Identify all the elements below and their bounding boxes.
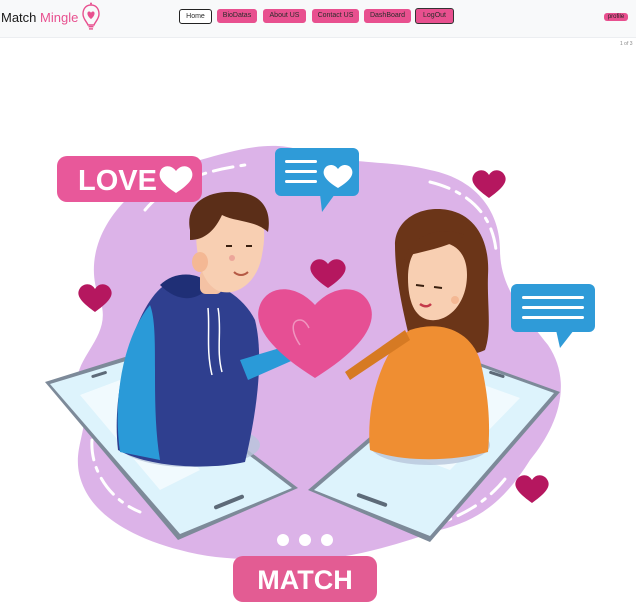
nav-home-button[interactable]: Home xyxy=(179,9,212,24)
carousel-dot-3[interactable] xyxy=(321,534,333,546)
carousel-dot-1[interactable] xyxy=(277,534,289,546)
match-label: MATCH xyxy=(257,565,352,595)
nav-dashboard-button[interactable]: DashBoard xyxy=(364,9,411,23)
nav-about-button[interactable]: About US xyxy=(263,9,306,23)
hero-illustration: LOVE MATCH xyxy=(45,145,595,602)
nav-logout-button[interactable]: LogOut xyxy=(415,8,454,24)
navbar: Match Mingle Home BioDatas About US Cont… xyxy=(0,0,636,38)
carousel-dot-2[interactable] xyxy=(299,534,311,546)
brand-name-part1: Match xyxy=(1,10,37,25)
brand-name[interactable]: Match Mingle xyxy=(1,10,78,25)
nav-biodatas-button[interactable]: BioDatas xyxy=(217,9,257,23)
profile-button[interactable]: profile xyxy=(604,13,628,21)
love-label: LOVE xyxy=(78,165,157,197)
heart-bulb-icon xyxy=(82,2,100,30)
brand-name-part2: Mingle xyxy=(40,10,79,25)
heart-icon-right-bottom xyxy=(515,475,549,503)
nav-contact-button[interactable]: Contact US xyxy=(312,9,359,23)
